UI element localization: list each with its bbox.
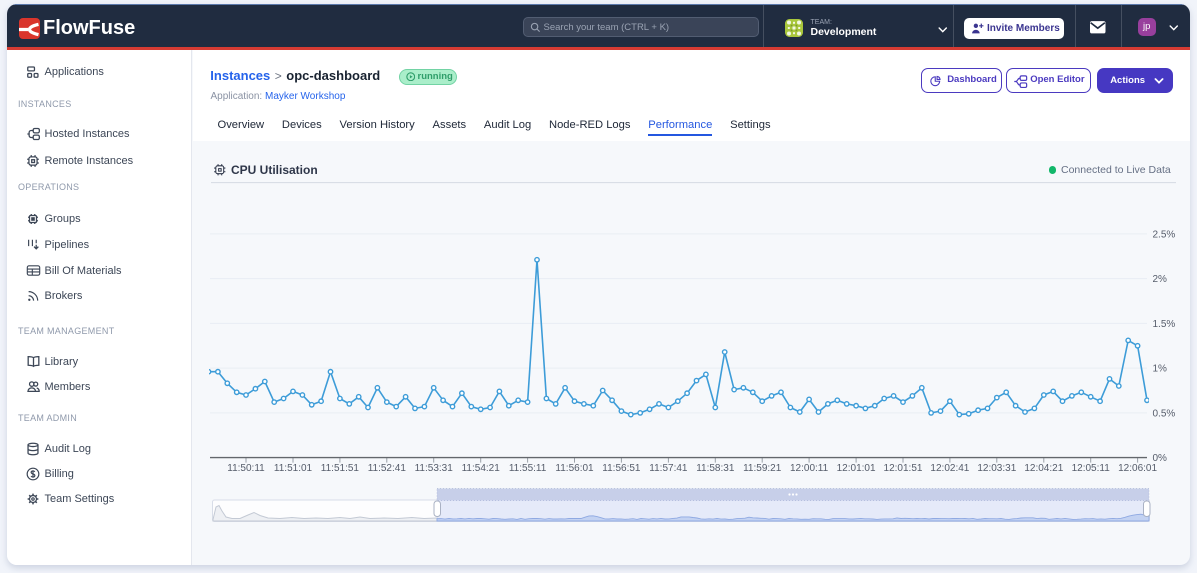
svg-text:12:06:01: 12:06:01 [1118,463,1157,474]
svg-text:1.5%: 1.5% [1153,319,1176,330]
svg-text:11:56:51: 11:56:51 [602,463,641,474]
svg-text:11:54:21: 11:54:21 [462,463,501,474]
svg-text:11:53:31: 11:53:31 [415,463,454,474]
svg-text:0.5%: 0.5% [1153,408,1176,419]
svg-text:2%: 2% [1153,274,1168,285]
svg-text:12:04:21: 12:04:21 [1024,463,1063,474]
svg-text:12:00:11: 12:00:11 [790,463,829,474]
svg-text:12:01:51: 12:01:51 [884,463,923,474]
svg-text:11:51:01: 11:51:01 [274,463,313,474]
svg-text:11:51:51: 11:51:51 [321,463,360,474]
svg-text:11:59:21: 11:59:21 [743,463,782,474]
svg-text:11:55:11: 11:55:11 [509,463,547,474]
svg-text:11:57:41: 11:57:41 [649,463,688,474]
svg-text:0%: 0% [1153,453,1168,464]
svg-text:12:02:41: 12:02:41 [930,463,969,474]
svg-text:11:56:01: 11:56:01 [555,463,594,474]
svg-text:12:03:31: 12:03:31 [977,463,1016,474]
svg-text:2.5%: 2.5% [1153,229,1176,240]
svg-text:12:05:11: 12:05:11 [1072,463,1111,474]
svg-text:11:52:41: 11:52:41 [368,463,407,474]
svg-text:12:01:01: 12:01:01 [837,463,876,474]
svg-text:11:58:31: 11:58:31 [696,463,735,474]
svg-text:1%: 1% [1153,364,1168,375]
svg-text:11:50:11: 11:50:11 [227,463,265,474]
